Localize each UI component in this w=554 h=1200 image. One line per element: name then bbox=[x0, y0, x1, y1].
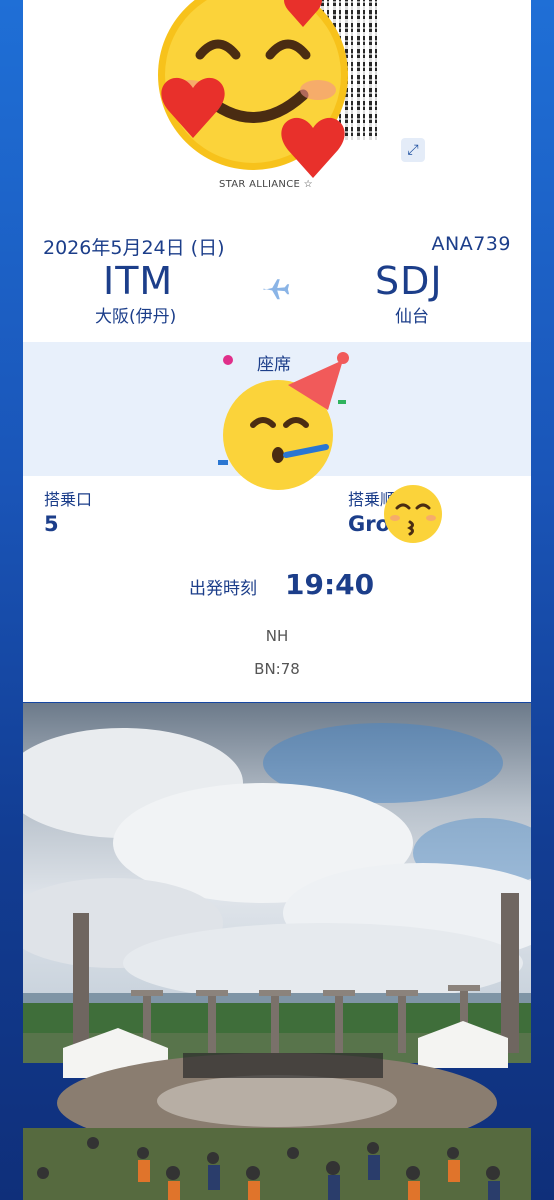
destination-code: SDJ bbox=[375, 259, 443, 303]
flight-date: 2026年5月24日 (日) bbox=[43, 237, 225, 259]
alliance-text: STAR ALLIANCE bbox=[219, 179, 301, 190]
departure-time-label: 出発時刻 bbox=[189, 579, 257, 599]
departure-time: 19:40 bbox=[285, 568, 375, 601]
origin-city: 大阪(伊丹) bbox=[95, 307, 177, 327]
carrier-code: NH bbox=[265, 627, 289, 645]
expand-icon[interactable]: ⤢ bbox=[401, 138, 425, 162]
destination-city: 仙台 bbox=[395, 307, 429, 327]
flight-number: ANA739 bbox=[431, 233, 511, 255]
alliance-label: STAR ALLIANCE ☆ bbox=[219, 179, 313, 190]
gate-label: 搭乗口 bbox=[44, 490, 93, 509]
partying-face-emoji bbox=[218, 352, 349, 490]
star-icon: ☆ bbox=[303, 179, 313, 190]
origin-code: ITM bbox=[103, 259, 174, 303]
airplane-icon bbox=[263, 279, 290, 300]
smiling-face-with-hearts-emoji bbox=[158, 0, 348, 178]
gate-value: 5 bbox=[44, 512, 59, 536]
concert-venue-photo bbox=[23, 703, 531, 1200]
boarding-number: BN:78 bbox=[254, 660, 300, 678]
kissing-face-emoji bbox=[384, 485, 442, 543]
